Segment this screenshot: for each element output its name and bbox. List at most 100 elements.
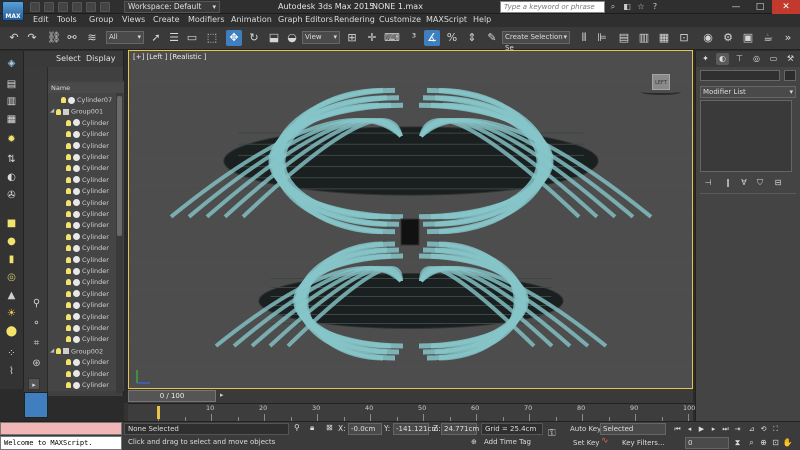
y-coord-field[interactable]: -141.121cm <box>393 423 438 435</box>
close-button[interactable]: ✕ <box>772 0 800 14</box>
visibility-bulb-icon[interactable] <box>66 188 71 195</box>
layers-icon[interactable]: ▥ <box>4 95 19 108</box>
set-key-button[interactable]: Set Key <box>573 437 599 449</box>
object-name-field[interactable] <box>700 70 780 81</box>
play-icon[interactable]: ▶ <box>696 424 707 434</box>
menu-modifiers[interactable]: Modifiers <box>188 15 225 24</box>
pin-stack-icon[interactable]: ⊣ <box>702 177 714 189</box>
list-item[interactable]: Cylinder <box>48 220 118 231</box>
workspace-select[interactable]: Workspace: Default <box>124 1 220 13</box>
select-object-icon[interactable]: ➚ <box>148 30 164 46</box>
curve-editor-icon[interactable]: ▦ <box>656 30 672 46</box>
key-filters-button[interactable]: Key Filters... <box>622 437 665 449</box>
list-item[interactable]: Cylinder <box>48 209 118 220</box>
list-item[interactable]: Cylinder <box>48 277 118 288</box>
named-selection-set-select[interactable]: Create Selection Se <box>502 31 570 52</box>
name-column-header[interactable]: Name <box>48 83 124 93</box>
material-editor-icon[interactable]: ◉ <box>700 30 716 46</box>
explorer-expand-icon[interactable]: ▸ <box>28 378 40 390</box>
list-item[interactable]: Cylinder <box>48 163 118 174</box>
box-primitive-icon[interactable]: ■ <box>4 217 19 230</box>
undo-icon[interactable]: ↶ <box>6 30 22 46</box>
current-frame-field[interactable]: 0 <box>685 437 729 449</box>
visibility-bulb-icon[interactable] <box>66 313 71 320</box>
scene-list-scroll-thumb[interactable] <box>117 96 122 236</box>
visibility-bulb-icon[interactable] <box>66 154 71 160</box>
menu-edit[interactable]: Edit <box>33 15 49 24</box>
list-item[interactable]: Cylinder <box>48 141 118 152</box>
make-unique-icon[interactable]: ∀ <box>738 177 750 189</box>
pivot-center-icon[interactable]: ⊞ <box>344 30 360 46</box>
list-item[interactable]: Cylinder <box>48 152 118 163</box>
window-crossing-icon[interactable]: ⬚ <box>204 30 220 46</box>
render-setup-icon[interactable]: ⚙ <box>720 30 736 46</box>
time-config-icon[interactable]: ⧗ <box>732 437 743 448</box>
go-to-end-icon[interactable]: ⏭ <box>720 424 731 434</box>
list-item[interactable]: Cylinder <box>48 334 118 345</box>
menu-maxscript[interactable]: MAXScript <box>426 15 467 24</box>
key-icon[interactable]: ⚿ <box>548 428 556 439</box>
previous-frame-icon[interactable]: ◂ <box>684 424 695 434</box>
viewport-label[interactable]: [+] [Left ] [Realistic ] <box>133 53 207 61</box>
field-of-view-icon[interactable]: ⊿ <box>746 424 757 434</box>
sun-icon[interactable]: ☀ <box>4 307 19 320</box>
explorer-layer-button[interactable] <box>24 392 48 418</box>
list-item[interactable]: Cylinder <box>48 323 118 334</box>
visibility-bulb-icon[interactable] <box>66 199 71 206</box>
project-folder-icon[interactable] <box>100 2 110 12</box>
reference-coordinate-select[interactable]: View <box>302 31 340 44</box>
modifier-list-select[interactable]: Modifier List <box>700 86 796 98</box>
visibility-bulb-icon[interactable] <box>66 370 71 377</box>
snaps-toggle-icon[interactable]: ³ <box>406 30 422 46</box>
cylinder-primitive-icon[interactable]: ▮ <box>4 253 19 266</box>
star-icon[interactable]: ☆ <box>636 2 646 12</box>
viewcube[interactable]: LEFT <box>652 74 670 90</box>
percent-snap-icon[interactable]: % <box>444 30 460 46</box>
cone-primitive-icon[interactable]: ▲ <box>4 289 19 302</box>
tab-utilities-icon[interactable]: ⚒ <box>784 53 797 65</box>
tab-display[interactable]: Display <box>86 54 116 63</box>
visibility-bulb-icon[interactable] <box>66 359 71 366</box>
maximize-viewport-icon[interactable]: ⛶ <box>770 424 781 434</box>
tab-create-icon[interactable]: ✦ <box>699 53 712 65</box>
rectangular-selection-icon[interactable]: ▭ <box>184 30 200 46</box>
list-item[interactable]: Cylinder <box>48 198 118 209</box>
new-file-icon[interactable] <box>30 2 40 12</box>
find-icon[interactable]: ⚬ <box>29 317 44 330</box>
isolate-selection-icon[interactable]: ⚲ <box>294 423 300 432</box>
list-item[interactable]: Cylinder <box>48 175 118 186</box>
search-input[interactable]: Type a keyword or phrase <box>500 1 605 13</box>
tab-display-icon[interactable]: ▭ <box>767 53 780 65</box>
z-coord-field[interactable]: 24.771cm <box>441 423 479 435</box>
visibility-bulb-icon[interactable] <box>56 348 61 355</box>
spinner-snap-icon[interactable]: ⇕ <box>464 30 480 46</box>
light-bulb-icon[interactable]: ✹ <box>4 133 19 146</box>
default-tangent-icon[interactable]: ∿ <box>601 436 609 446</box>
auto-key-selection-select[interactable]: Selected <box>600 423 666 435</box>
redo-quick-icon[interactable] <box>86 2 96 12</box>
track-bar[interactable]: 10 20 30 40 50 60 70 80 90 100 <box>128 403 695 421</box>
mirror-icon[interactable]: ⫴ <box>576 30 592 46</box>
visibility-bulb-icon[interactable] <box>61 97 66 103</box>
create-icon[interactable]: ◈ <box>4 57 19 70</box>
display-icon[interactable]: ◐ <box>4 171 19 184</box>
list-item[interactable]: Cylinder07 <box>48 95 118 106</box>
time-slider-track[interactable]: 0 / 100 ▸ <box>128 389 693 403</box>
manipulate-icon[interactable]: ✛ <box>364 30 380 46</box>
menu-group[interactable]: Group <box>89 15 113 24</box>
time-tag-icon[interactable]: ⊕ <box>471 438 477 446</box>
menu-customize[interactable]: Customize <box>379 15 421 24</box>
unlink-icon[interactable]: ⚯ <box>64 30 80 46</box>
geosphere-icon[interactable]: ⬤ <box>4 325 19 338</box>
menu-animation[interactable]: Animation <box>231 15 272 24</box>
list-item[interactable]: Cylinder <box>48 300 118 311</box>
show-end-result-icon[interactable]: ‖ <box>722 177 734 189</box>
list-item[interactable]: Cylinder <box>48 186 118 197</box>
angle-snap-icon[interactable]: ∡ <box>424 30 440 46</box>
selection-lock-icon[interactable]: 🔒︎ <box>310 423 314 433</box>
help-icon[interactable]: ? <box>650 2 660 12</box>
visibility-bulb-icon[interactable] <box>66 176 71 183</box>
select-and-rotate-icon[interactable]: ↻ <box>246 30 262 46</box>
maximize-button[interactable]: □ <box>746 0 774 14</box>
maxscript-listener[interactable]: Welcome to MAXScript. <box>0 436 122 450</box>
